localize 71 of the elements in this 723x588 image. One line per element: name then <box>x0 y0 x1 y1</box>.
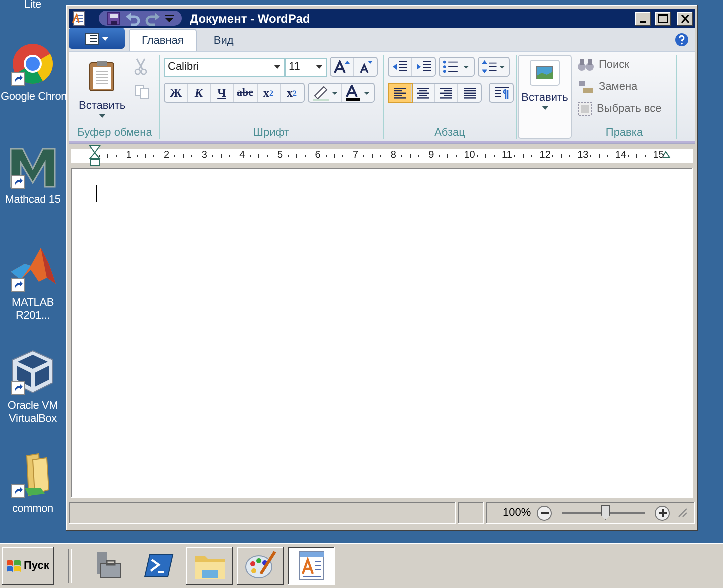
caret-icon <box>274 65 281 69</box>
align-center-icon <box>415 86 431 100</box>
font-family-dropdown[interactable]: Calibri <box>164 58 285 76</box>
group-label: Абзац <box>434 126 466 139</box>
font-size-dropdown[interactable]: 11 <box>285 58 327 76</box>
desktop-icon-label[interactable]: common <box>1 503 65 516</box>
replace-letters-icon <box>577 79 595 95</box>
desktop-icon-label[interactable]: Oracle VM VirtualBox <box>1 400 65 426</box>
caret-icon <box>316 65 323 69</box>
minimize-icon <box>640 20 646 22</box>
start-button[interactable]: Пуск <box>2 547 54 585</box>
ribbon-tab[interactable]: Вид <box>200 29 247 51</box>
insert-picture-button[interactable]: Вставить <box>518 55 572 139</box>
close-icon <box>680 14 690 22</box>
select-all-icon <box>577 101 593 117</box>
group-label: Буфер обмена <box>76 126 154 139</box>
close-button[interactable] <box>677 12 693 26</box>
clipboard-icon <box>89 60 116 92</box>
align-right-icon <box>438 86 454 100</box>
text-cursor <box>96 185 97 202</box>
window-title: Документ - WordPad <box>190 12 312 26</box>
align-left-button[interactable] <box>389 84 412 102</box>
wordpad-document-icon[interactable] <box>71 10 87 26</box>
align-left-icon <box>392 86 408 100</box>
maximize-button[interactable] <box>655 12 671 26</box>
caret-icon <box>542 106 548 110</box>
caret-icon <box>98 114 106 118</box>
picture-icon <box>530 60 560 86</box>
windows-flag-icon <box>6 558 22 574</box>
taskbar-button[interactable] <box>288 547 335 585</box>
save-icon[interactable] <box>107 12 121 26</box>
application-menu-button[interactable] <box>69 28 125 49</box>
plus-icon <box>658 509 667 517</box>
paste-button[interactable]: Вставить <box>75 55 130 125</box>
text-style-button[interactable]: Ч <box>211 84 234 102</box>
resize-grip-icon[interactable] <box>678 508 688 518</box>
desktop-icon-label[interactable]: Google Chron <box>1 91 65 104</box>
decrease-indent-icon <box>392 60 408 74</box>
zoom-in-button[interactable] <box>655 506 670 520</box>
text-style-button[interactable]: Ж <box>165 84 188 102</box>
document-lines-icon <box>85 32 99 44</box>
text-style-button[interactable]: К <box>188 84 211 102</box>
grow-font-icon <box>334 60 350 74</box>
zoom-out-button[interactable] <box>537 506 552 520</box>
text-style-button[interactable]: abe <box>234 84 258 102</box>
increase-indent-icon <box>416 60 432 74</box>
dropdown-icon[interactable] <box>165 14 174 22</box>
font-color-icon <box>344 85 370 101</box>
indent-marker-icon[interactable] <box>89 145 101 167</box>
desktop-icon-label[interactable]: Mathcad 15 <box>1 194 65 207</box>
desktop-icon-label[interactable]: MATLAB R201... <box>1 297 65 323</box>
paragraph-icon <box>494 86 510 100</box>
help-icon[interactable] <box>675 33 689 47</box>
align-justify-icon <box>462 86 478 100</box>
group-label: Шрифт <box>252 126 291 139</box>
group-label: Правка <box>604 126 644 139</box>
binoculars-icon <box>577 58 595 72</box>
line-spacing-icon <box>482 60 506 74</box>
zoom-slider-thumb[interactable] <box>601 505 610 520</box>
grow-font-button[interactable] <box>331 58 354 76</box>
caret-icon <box>102 36 109 40</box>
desktop-icon-label[interactable]: Lite <box>1 0 65 12</box>
status-pane <box>458 502 484 524</box>
maximize-icon <box>658 14 668 23</box>
minus-icon <box>540 509 549 517</box>
minimize-button[interactable] <box>635 12 651 26</box>
terminal-prompt-icon[interactable] <box>144 553 174 579</box>
shrink-font-icon <box>358 60 372 74</box>
ribbon-tab[interactable]: Главная <box>129 29 197 51</box>
bullet-list-icon <box>443 60 471 74</box>
zoom-level: 100% <box>503 507 532 519</box>
